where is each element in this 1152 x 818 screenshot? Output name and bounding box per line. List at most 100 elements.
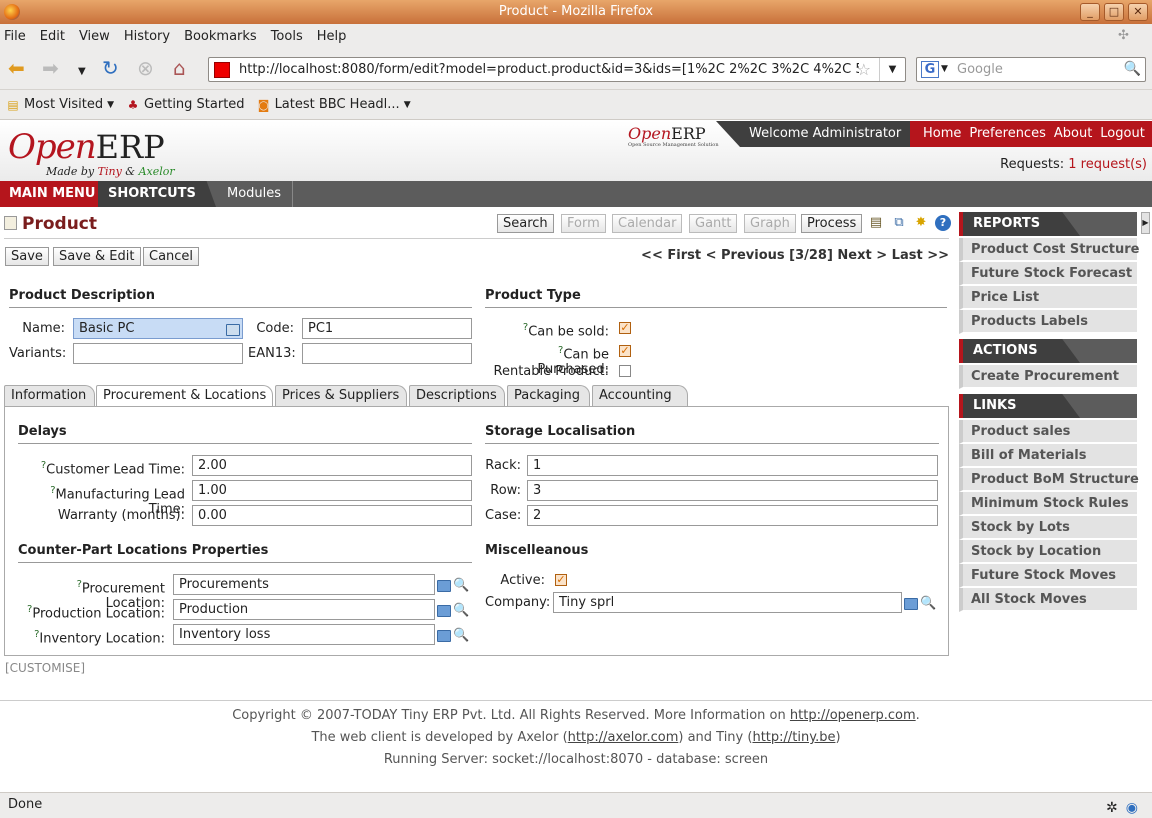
url-dropdown-icon[interactable]: ▼ [879, 58, 905, 81]
forward-icon[interactable]: ➡ [42, 56, 59, 80]
save-button[interactable]: Save [5, 247, 49, 266]
url-bar[interactable]: http://localhost:8080/form/edit?model=pr… [208, 57, 906, 82]
bookmark-star-icon[interactable]: ☆ [857, 60, 871, 79]
url-text[interactable]: http://localhost:8080/form/edit?model=pr… [239, 62, 859, 77]
search-icon[interactable]: 🔍 [1124, 61, 1141, 77]
active-checkbox[interactable]: ✓ [555, 574, 567, 586]
view-form-button[interactable]: Form [561, 214, 606, 233]
sidebar-toggle-icon[interactable]: ▶ [1141, 212, 1150, 234]
open-folder-icon[interactable] [437, 629, 451, 642]
link-stock-by-lots[interactable]: Stock by Lots [959, 516, 1137, 540]
about-link[interactable]: About [1054, 121, 1092, 147]
tab-procurement-locations[interactable]: Procurement & Locations [96, 385, 273, 408]
openerp-logo[interactable]: OpenERP Made by Tiny & Axelor [8, 127, 175, 178]
link-stock-by-location[interactable]: Stock by Location [959, 540, 1137, 564]
search-icon[interactable]: 🔍 [453, 627, 469, 645]
modules-shortcut[interactable]: Modules [216, 181, 294, 207]
home-icon[interactable]: ⌂ [173, 56, 186, 80]
google-icon[interactable]: G [921, 61, 939, 78]
open-folder-icon[interactable] [437, 604, 451, 617]
ean13-field[interactable] [302, 343, 472, 364]
bug-icon[interactable]: ✲ [1106, 796, 1118, 818]
axelor-link[interactable]: http://axelor.com [568, 730, 679, 745]
close-button[interactable]: ✕ [1128, 3, 1148, 21]
view-graph-button[interactable]: Graph [744, 214, 796, 233]
code-field[interactable]: PC1 [302, 318, 472, 339]
view-calendar-button[interactable]: Calendar [612, 214, 683, 233]
customer-lead-time-field[interactable]: 2.00 [192, 455, 472, 476]
search-icon[interactable]: 🔍 [453, 602, 469, 620]
tab-prices-suppliers[interactable]: Prices & Suppliers [275, 385, 407, 406]
record-pager[interactable]: << First < Previous [3/28] Next > Last >… [641, 248, 949, 263]
report-future-stock-forecast[interactable]: Future Stock Forecast [959, 262, 1137, 286]
stop-icon[interactable]: ⊗ [137, 56, 154, 80]
rack-field[interactable]: 1 [527, 455, 938, 476]
translate-icon[interactable]: ✸ [913, 215, 929, 231]
logout-link[interactable]: Logout [1100, 121, 1145, 147]
menu-help[interactable]: Help [317, 29, 347, 44]
customise-link[interactable]: [CUSTOMISE] [5, 661, 85, 675]
can-be-purchased-checkbox[interactable]: ✓ [619, 345, 631, 357]
reload-icon[interactable]: ↻ [102, 56, 119, 80]
row-field[interactable]: 3 [527, 480, 938, 501]
menu-edit[interactable]: Edit [40, 29, 65, 44]
tab-descriptions[interactable]: Descriptions [409, 385, 505, 406]
tab-packaging[interactable]: Packaging [507, 385, 590, 406]
production-location-field[interactable]: Production [173, 599, 435, 620]
history-dropdown-icon[interactable]: ▼ [78, 60, 86, 84]
rentable-product-checkbox[interactable] [619, 365, 631, 377]
variants-field[interactable] [73, 343, 243, 364]
openerp-link[interactable]: http://openerp.com [790, 708, 916, 723]
link-future-stock-moves[interactable]: Future Stock Moves [959, 564, 1137, 588]
bookmark-getting-started[interactable]: ♣ Getting Started [126, 97, 245, 112]
menu-view[interactable]: View [79, 29, 110, 44]
view-gantt-button[interactable]: Gantt [689, 214, 738, 233]
attachment-icon[interactable]: ⧉ [891, 215, 907, 231]
menu-file[interactable]: File [4, 29, 26, 44]
home-link[interactable]: Home [923, 121, 961, 147]
name-field[interactable]: Basic PC [73, 318, 243, 339]
translate-field-icon[interactable] [226, 320, 242, 338]
procurement-location-field[interactable]: Procurements [173, 574, 435, 595]
menu-tools[interactable]: Tools [271, 29, 303, 44]
shortcuts-button[interactable]: SHORTCUTS [98, 181, 216, 207]
clipboard-icon[interactable]: ▤ [868, 215, 884, 231]
tiny-link[interactable]: http://tiny.be [752, 730, 835, 745]
view-process-button[interactable]: Process [801, 214, 863, 233]
report-price-list[interactable]: Price List [959, 286, 1137, 310]
case-field[interactable]: 2 [527, 505, 938, 526]
link-product-bom-structure[interactable]: Product BoM Structure [959, 468, 1139, 492]
open-folder-icon[interactable] [437, 579, 451, 592]
search-input[interactable]: Google [957, 62, 1003, 77]
bookmark-bbc-headlines[interactable]: ◙ Latest BBC Headl... ▼ [257, 97, 411, 112]
report-products-labels[interactable]: Products Labels [959, 310, 1137, 334]
menu-bookmarks[interactable]: Bookmarks [184, 29, 257, 44]
link-bill-of-materials[interactable]: Bill of Materials [959, 444, 1137, 468]
link-minimum-stock-rules[interactable]: Minimum Stock Rules [959, 492, 1137, 516]
help-icon[interactable]: ? [935, 215, 951, 231]
update-icon[interactable]: ◉ [1126, 796, 1138, 818]
link-product-sales[interactable]: Product sales [959, 420, 1137, 444]
report-product-cost-structure[interactable]: Product Cost Structure [959, 238, 1139, 262]
back-icon[interactable]: ⬅ [8, 56, 25, 80]
search-bar[interactable]: G ▼ Google 🔍 [916, 57, 1146, 82]
warranty-field[interactable]: 0.00 [192, 505, 472, 526]
maximize-button[interactable]: □ [1104, 3, 1124, 21]
requests-link[interactable]: 1 request(s) [1068, 157, 1147, 172]
can-be-sold-checkbox[interactable]: ✓ [619, 322, 631, 334]
cancel-button[interactable]: Cancel [143, 247, 200, 266]
action-create-procurement[interactable]: Create Procurement [959, 365, 1137, 389]
tab-accounting[interactable]: Accounting [592, 385, 688, 406]
company-field[interactable]: Tiny sprl [553, 592, 902, 613]
search-icon[interactable]: 🔍 [920, 595, 936, 613]
bookmark-most-visited[interactable]: ▤ Most Visited ▼ [6, 97, 114, 112]
minimize-button[interactable]: _ [1080, 3, 1100, 21]
search-icon[interactable]: 🔍 [453, 577, 469, 595]
main-menu-button[interactable]: MAIN MENU [0, 181, 105, 207]
link-all-stock-moves[interactable]: All Stock Moves [959, 588, 1137, 612]
menu-history[interactable]: History [124, 29, 170, 44]
tab-information[interactable]: Information [4, 385, 95, 406]
open-folder-icon[interactable] [904, 597, 918, 610]
manufacturing-lead-time-field[interactable]: 1.00 [192, 480, 472, 501]
search-engine-dropdown-icon[interactable]: ▼ [941, 64, 948, 74]
